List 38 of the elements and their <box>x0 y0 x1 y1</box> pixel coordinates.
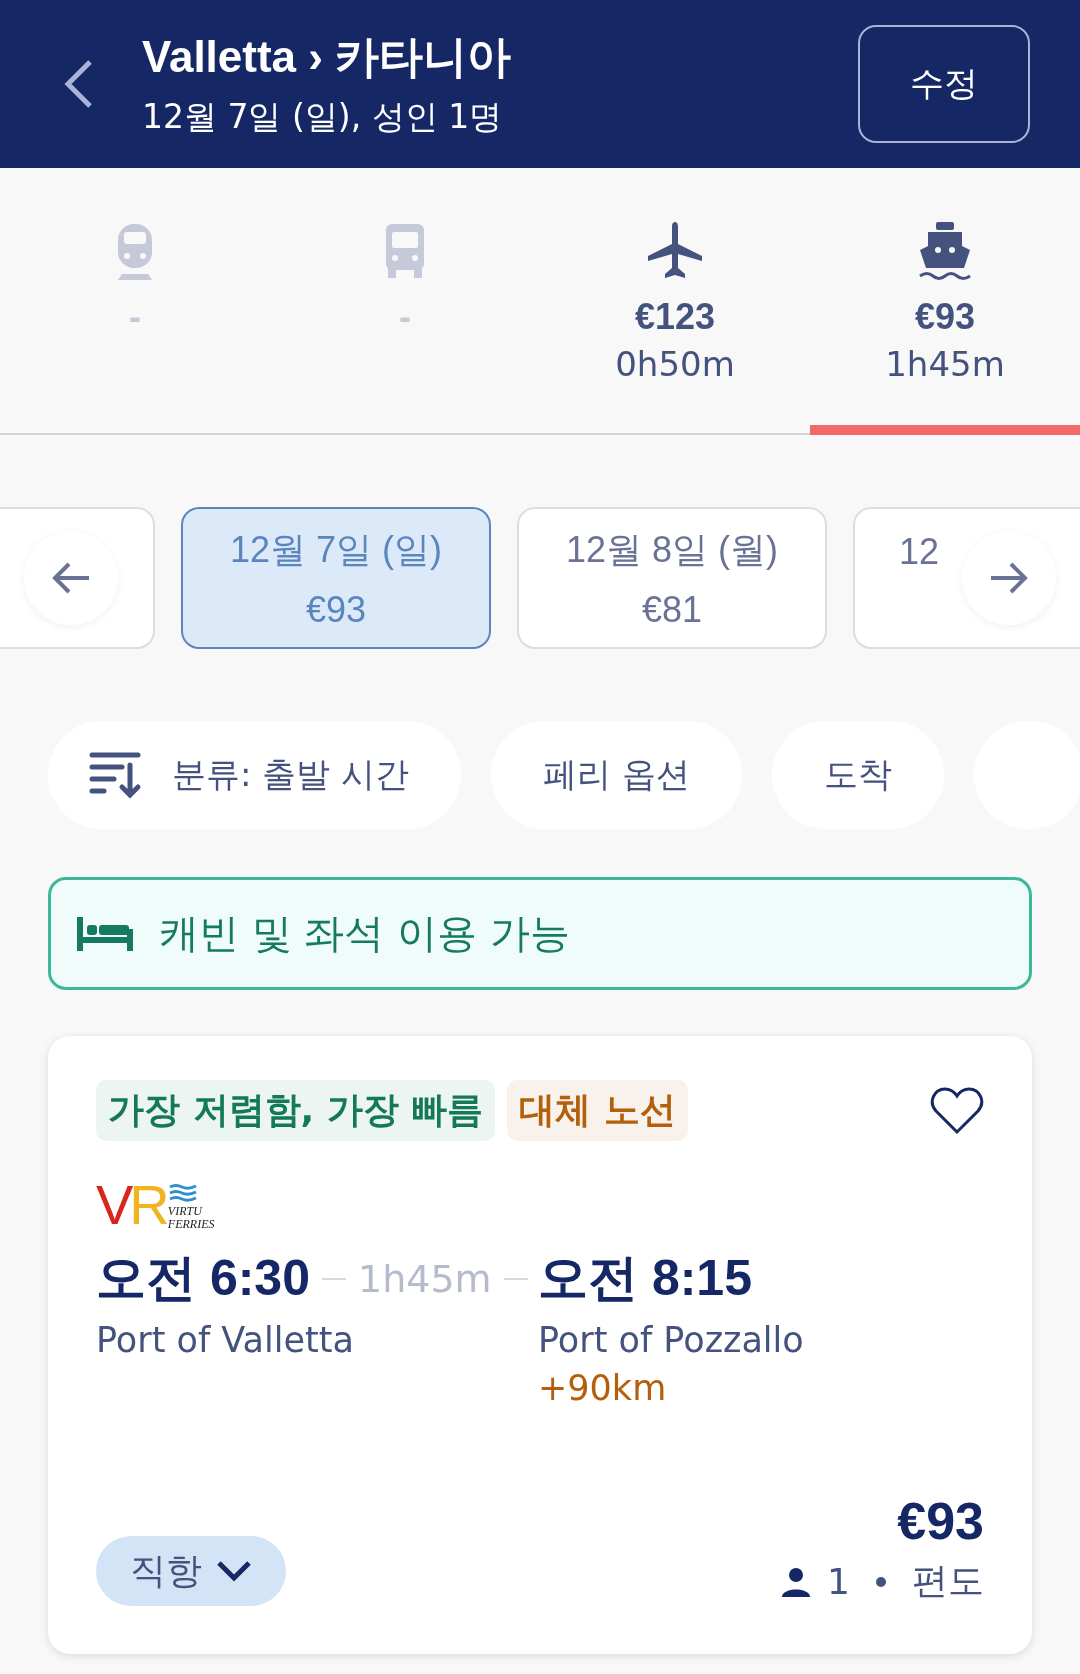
filter-chip[interactable]: 페리 옵션 <box>491 721 742 829</box>
trip-summary: 12월 7일 (일), 성인 1명 <box>142 96 504 138</box>
date-card[interactable]: 12월 8일 (월) €81 <box>517 507 827 649</box>
filter-chip[interactable]: 도착 <box>771 721 944 829</box>
banner-text: 캐빈 및 좌석 이용 가능 <box>159 909 570 958</box>
transport-tab[interactable]: €93 1h45m <box>810 168 1080 435</box>
person-icon <box>781 1566 812 1597</box>
date-label: 12월 7일 (일) <box>229 527 442 572</box>
mode-price: €123 <box>634 296 716 338</box>
heart-icon[interactable] <box>930 1085 984 1136</box>
date-price: €93 <box>305 588 367 631</box>
mode-duration: 1h45m <box>885 344 1005 384</box>
date-label: 12 <box>899 531 940 573</box>
result-tag: 대체 노선 <box>507 1080 688 1141</box>
mode-price: €93 <box>914 296 976 338</box>
route-title: Valletta › 카타니아 <box>142 31 513 83</box>
chevron-down-icon <box>216 1560 252 1582</box>
trip-type: 편도 <box>912 1559 984 1603</box>
departure-port: Port of Valletta <box>96 1320 355 1360</box>
edit-button[interactable]: 수정 <box>858 25 1030 143</box>
distance-note: +90km <box>538 1368 668 1408</box>
mode-price: - <box>399 296 411 338</box>
departure-time: 오전 6:30 <box>96 1249 310 1308</box>
arrival-time: 오전 8:15 <box>538 1249 753 1308</box>
passenger-count: 1 <box>827 1561 850 1602</box>
transport-tab[interactable]: €123 0h50m <box>540 168 810 435</box>
mode-duration: 0h50m <box>615 344 735 384</box>
arrival-port: Port of Pozzallo <box>538 1320 805 1360</box>
date-price: €81 <box>641 588 703 631</box>
date-label: 12월 8일 (월) <box>565 527 778 572</box>
bed-icon <box>77 916 133 951</box>
separator-dot <box>876 1576 886 1587</box>
stops-button[interactable]: 직항 <box>96 1536 286 1606</box>
result-tag: 가장 저렴함, 가장 빠름 <box>96 1080 496 1141</box>
trip-duration: 1h45m <box>357 1256 492 1301</box>
mode-price: - <box>129 296 141 338</box>
sort-chip[interactable]: 분류: 출발 시간 <box>48 721 462 829</box>
ticket-price: €93 <box>897 1491 984 1551</box>
